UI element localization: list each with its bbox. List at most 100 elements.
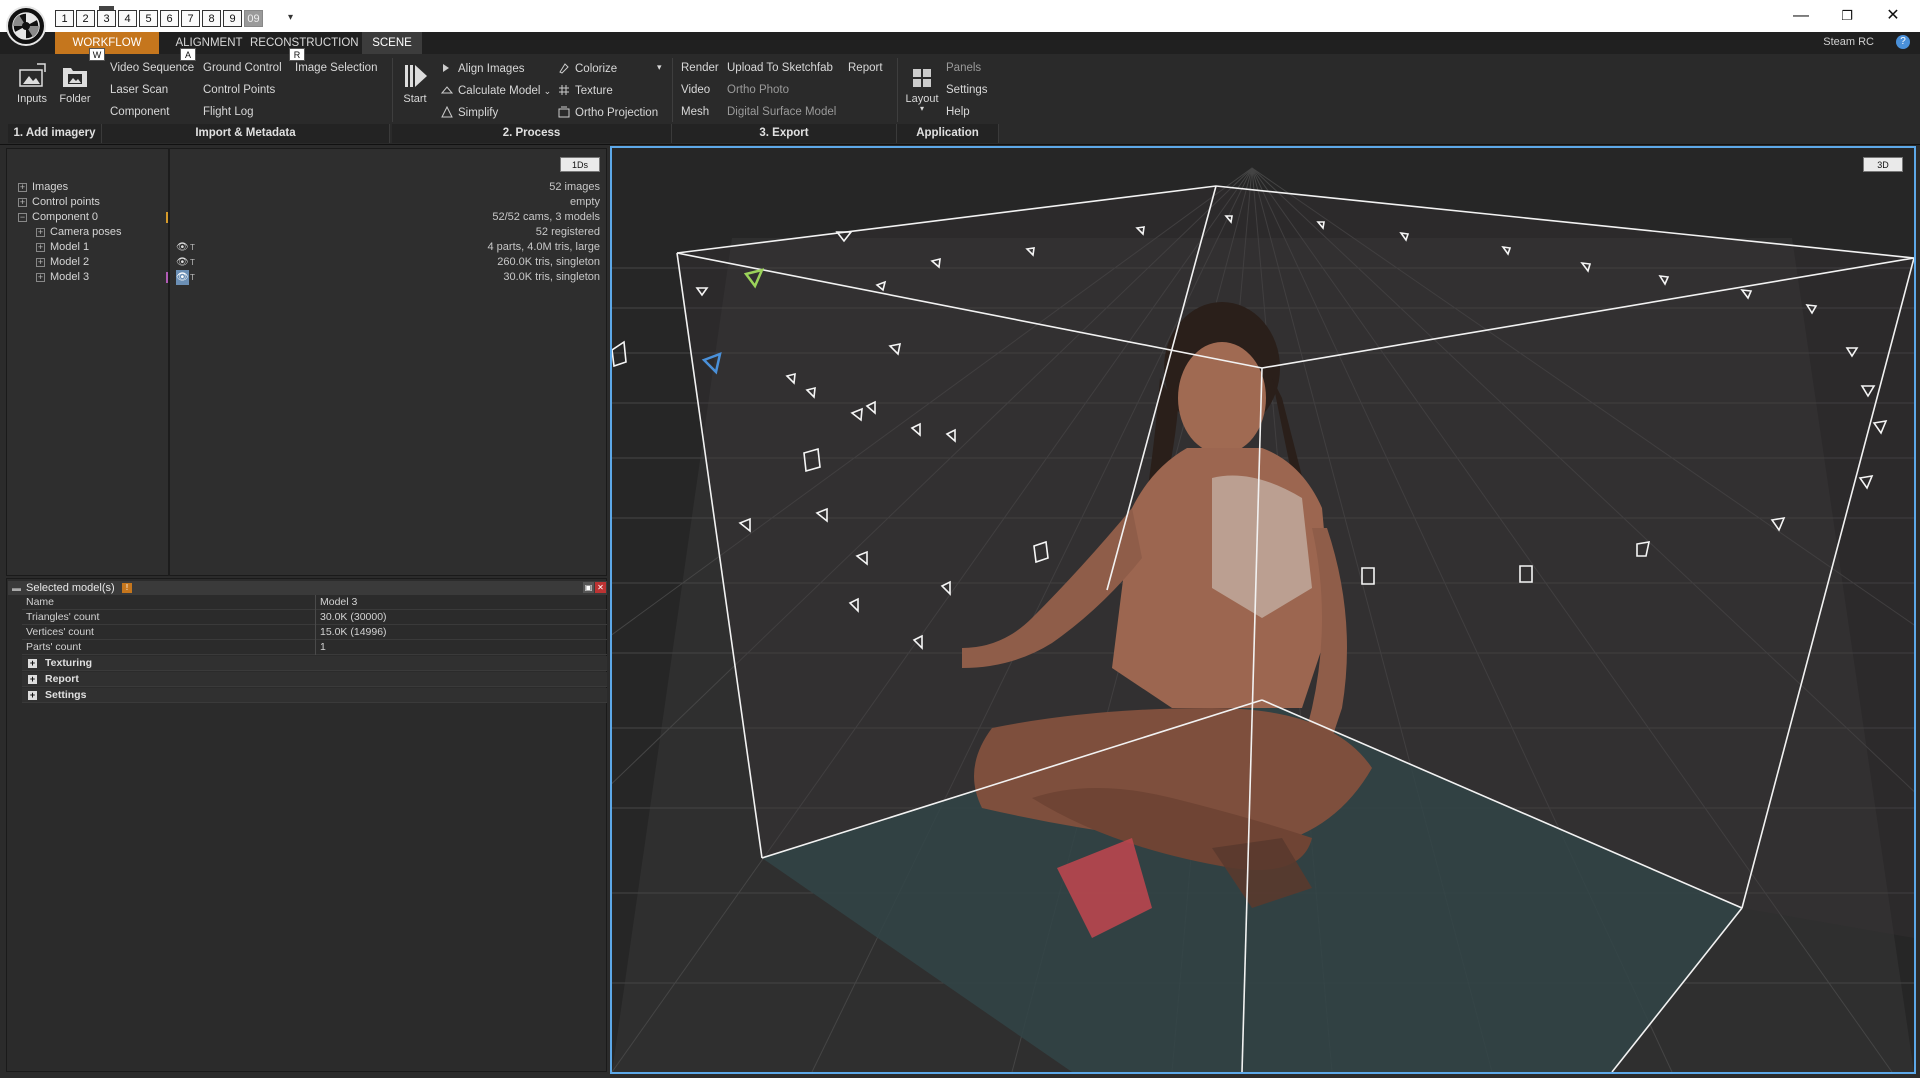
expand-icon[interactable]: + xyxy=(36,228,45,237)
property-value[interactable]: Model 3 xyxy=(320,595,357,610)
eye-icon[interactable]: 👁 xyxy=(176,270,189,285)
ortho-photo-button[interactable]: Ortho Photo xyxy=(727,84,789,96)
property-row-parts: Parts' count 1 xyxy=(22,640,607,655)
report-button[interactable]: Report xyxy=(848,62,883,74)
simplify-label: Simplify xyxy=(458,107,499,119)
settings-button[interactable]: Settings xyxy=(946,84,988,96)
view-mode-badge[interactable]: 3D xyxy=(1863,157,1903,172)
chevron-down-icon[interactable]: ⌄ xyxy=(544,86,552,96)
3d-viewport[interactable] xyxy=(610,146,1916,1074)
video-sequence-button[interactable]: Video Sequence xyxy=(110,62,194,74)
layout-tab-1[interactable]: 1 xyxy=(55,10,74,27)
upload-to-sketchfab-button[interactable]: Upload To Sketchfab xyxy=(727,62,833,74)
eye-icon[interactable]: 👁 xyxy=(176,255,189,270)
mesh-button[interactable]: Mesh xyxy=(681,106,709,118)
colorize-button[interactable]: Colorize xyxy=(558,62,617,75)
section-settings[interactable]: + Settings xyxy=(22,688,607,703)
close-icon[interactable]: ✕ xyxy=(1870,4,1916,28)
flight-log-button[interactable]: Flight Log xyxy=(203,106,254,118)
expand-icon[interactable]: + xyxy=(28,691,37,700)
expand-icon[interactable]: + xyxy=(18,198,27,207)
align-images-button[interactable]: Align Images xyxy=(441,62,524,75)
inputs-icon xyxy=(17,62,47,90)
texture-button[interactable]: Texture xyxy=(558,84,613,97)
properties-header[interactable]: ▬ Selected model(s) ! ▣ ✕ xyxy=(8,581,607,595)
align-images-icon xyxy=(441,62,453,74)
tree-row-model-1[interactable]: + Model 1 👁 T 4 parts, 4.0M tris, large xyxy=(14,240,600,255)
texture-label: Texture xyxy=(575,85,613,97)
ortho-projection-button[interactable]: Ortho Projection xyxy=(558,106,658,119)
help-icon[interactable]: ? xyxy=(1896,35,1910,49)
layout-tab-2[interactable]: 2 xyxy=(76,10,95,27)
property-key: Name xyxy=(26,596,55,608)
close-icon[interactable]: ✕ xyxy=(595,582,606,593)
tree-info: empty xyxy=(570,196,600,208)
digital-surface-model-button[interactable]: Digital Surface Model xyxy=(727,106,836,118)
tab-alignment[interactable]: ALIGNMENT xyxy=(159,32,259,54)
tree-info: 52 images xyxy=(549,181,600,193)
property-divider xyxy=(315,640,316,655)
tree-row-images[interactable]: + Images 52 images xyxy=(14,180,600,195)
expand-icon[interactable]: + xyxy=(28,675,37,684)
layout-tab-6[interactable]: 6 xyxy=(160,10,179,27)
group-label-export: 3. Export xyxy=(672,124,897,143)
tree-label: Camera poses xyxy=(50,226,122,238)
properties-title: Selected model(s) xyxy=(26,582,115,594)
eye-icon[interactable]: 👁 xyxy=(176,240,189,255)
layout-tab-09[interactable]: 09 xyxy=(244,10,263,27)
collapse-icon[interactable]: − xyxy=(18,213,27,222)
group-label-add-imagery: 1. Add imagery xyxy=(8,124,102,143)
minimize-icon[interactable]: — xyxy=(1778,4,1824,28)
calculate-model-button[interactable]: Calculate Model ⌄ xyxy=(440,84,552,97)
keyhint-a: A xyxy=(180,48,196,61)
tree-label: Model 2 xyxy=(50,256,90,268)
video-button[interactable]: Video xyxy=(681,84,710,96)
tab-workflow[interactable]: WORKFLOW xyxy=(55,32,159,54)
expand-icon[interactable]: + xyxy=(36,243,45,252)
laser-scan-button[interactable]: Laser Scan xyxy=(110,84,168,96)
section-texturing[interactable]: + Texturing xyxy=(22,656,607,671)
group-label-process: 2. Process xyxy=(392,124,672,143)
tree-row-control-points[interactable]: + Control points empty xyxy=(14,195,600,210)
app-logo-icon[interactable] xyxy=(6,6,46,46)
start-button[interactable]: Start xyxy=(398,62,432,105)
align-images-label: Align Images xyxy=(458,63,525,75)
section-report[interactable]: + Report xyxy=(22,672,607,687)
control-points-button[interactable]: Control Points xyxy=(203,84,275,96)
steam-rc-label[interactable]: Steam RC xyxy=(1823,36,1874,48)
expand-icon[interactable]: + xyxy=(28,659,37,668)
expand-icon[interactable]: + xyxy=(36,273,45,282)
layout-button[interactable]: Layout ▾ xyxy=(902,66,942,113)
ground-control-button[interactable]: Ground Control xyxy=(203,62,282,74)
collapse-icon[interactable]: ▬ xyxy=(12,581,21,595)
expand-icon[interactable]: + xyxy=(36,258,45,267)
layout-tab-7[interactable]: 7 xyxy=(181,10,200,27)
layout-tab-9[interactable]: 9 xyxy=(223,10,242,27)
process-dropdown-icon[interactable]: ▾ xyxy=(657,62,662,73)
texture-icon xyxy=(558,84,570,96)
property-row-triangles: Triangles' count 30.0K (30000) xyxy=(22,610,607,625)
folder-button[interactable]: Folder xyxy=(54,62,96,105)
ids-toggle-button[interactable]: 1Ds xyxy=(560,157,600,172)
component-button[interactable]: Component xyxy=(110,106,169,118)
help-button[interactable]: Help xyxy=(946,106,970,118)
simplify-button[interactable]: Simplify xyxy=(441,105,499,119)
undock-icon[interactable]: ▣ xyxy=(583,582,594,593)
layout-tab-3[interactable]: 3 xyxy=(97,6,116,27)
layout-tab-5[interactable]: 5 xyxy=(139,10,158,27)
restore-icon[interactable]: ❐ xyxy=(1824,4,1870,28)
render-button[interactable]: Render xyxy=(681,62,719,74)
image-selection-button[interactable]: Image Selection xyxy=(295,62,377,74)
tree-row-camera-poses[interactable]: + Camera poses 52 registered xyxy=(14,225,600,240)
property-row-vertices: Vertices' count 15.0K (14996) xyxy=(22,625,607,640)
inputs-button[interactable]: Inputs xyxy=(12,62,52,105)
panels-button[interactable]: Panels xyxy=(946,62,981,74)
tree-row-component-0[interactable]: − Component 0 52/52 cams, 3 models xyxy=(14,210,600,225)
layout-tab-4[interactable]: 4 xyxy=(118,10,137,27)
quick-access-dropdown-icon[interactable]: ▾ xyxy=(288,12,293,23)
expand-icon[interactable]: + xyxy=(18,183,27,192)
tab-scene[interactable]: SCENE xyxy=(362,32,422,54)
layout-tab-8[interactable]: 8 xyxy=(202,10,221,27)
tree-row-model-3[interactable]: + Model 3 👁 T 30.0K tris, singleton xyxy=(14,270,600,285)
tree-row-model-2[interactable]: + Model 2 👁 T 260.0K tris, singleton xyxy=(14,255,600,270)
